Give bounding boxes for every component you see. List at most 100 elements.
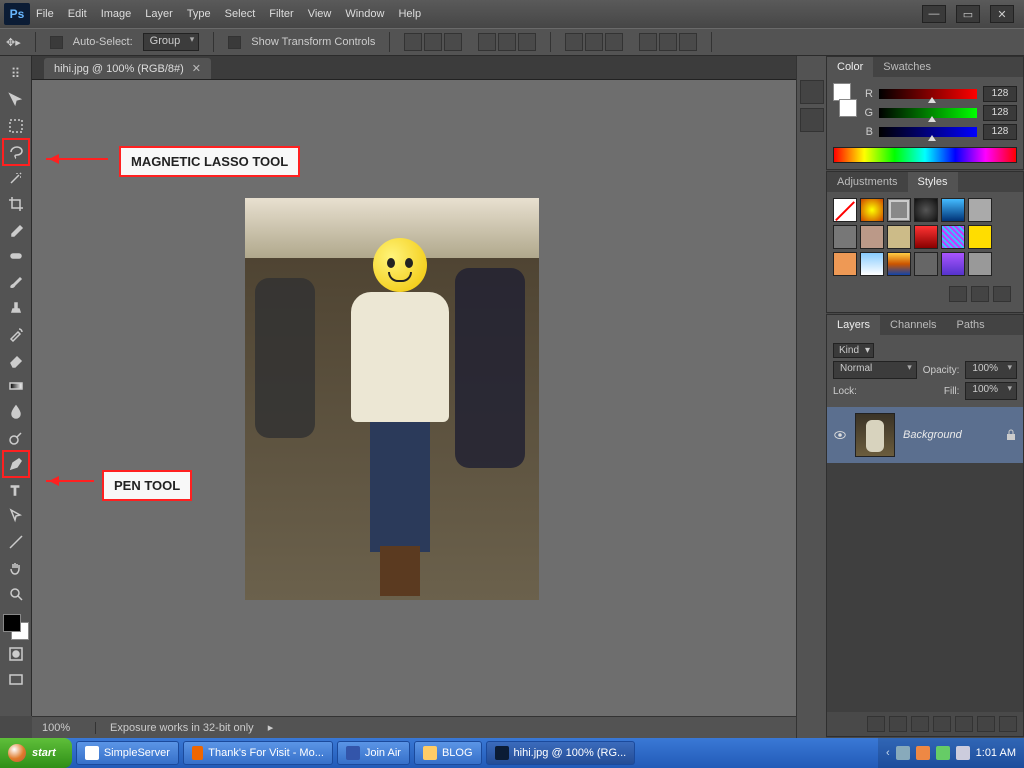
align-right-icon[interactable]	[518, 33, 536, 51]
g-slider[interactable]	[879, 108, 977, 118]
style-swatch[interactable]	[941, 225, 965, 249]
dist-vcenter-icon[interactable]	[585, 33, 603, 51]
properties-panel-icon[interactable]	[800, 108, 824, 132]
menu-type[interactable]: Type	[187, 8, 211, 20]
dist-top-icon[interactable]	[565, 33, 583, 51]
clone-stamp-tool[interactable]	[4, 296, 28, 320]
menu-image[interactable]: Image	[101, 8, 132, 20]
tab-layers[interactable]: Layers	[827, 315, 880, 335]
style-swatch[interactable]	[968, 225, 992, 249]
style-swatch[interactable]	[914, 225, 938, 249]
hand-tool[interactable]	[4, 556, 28, 580]
start-button[interactable]: start	[0, 738, 72, 768]
menu-file[interactable]: File	[36, 8, 54, 20]
pen-tool[interactable]	[4, 452, 28, 476]
magic-wand-tool[interactable]	[4, 166, 28, 190]
blend-mode-select[interactable]: Normal	[833, 361, 917, 379]
dist-bottom-icon[interactable]	[605, 33, 623, 51]
style-swatch[interactable]	[887, 225, 911, 249]
style-swatch[interactable]	[887, 198, 911, 222]
layer-row-background[interactable]: Background	[827, 407, 1023, 463]
align-top-icon[interactable]	[404, 33, 422, 51]
healing-brush-tool[interactable]	[4, 244, 28, 268]
filter-pixel-icon[interactable]	[880, 342, 896, 358]
opacity-value[interactable]: 100%	[965, 361, 1017, 379]
brush-tool[interactable]	[4, 270, 28, 294]
quick-mask-icon[interactable]	[4, 642, 28, 666]
auto-select-scope[interactable]: Group	[143, 33, 200, 51]
style-swatch[interactable]	[833, 252, 857, 276]
status-arrow-icon[interactable]: ▸	[268, 721, 274, 734]
show-transform-checkbox[interactable]	[228, 36, 241, 49]
r-slider[interactable]	[879, 89, 977, 99]
style-swatch[interactable]	[914, 198, 938, 222]
styles-clear-icon[interactable]	[949, 286, 967, 302]
link-layers-icon[interactable]	[867, 716, 885, 732]
spectrum-bar[interactable]	[833, 147, 1017, 163]
delete-layer-icon[interactable]	[999, 716, 1017, 732]
layer-name[interactable]: Background	[903, 429, 962, 441]
style-swatch[interactable]	[914, 252, 938, 276]
align-left-icon[interactable]	[478, 33, 496, 51]
tray-icon[interactable]	[916, 746, 930, 760]
taskbar-clock[interactable]: 1:01 AM	[976, 747, 1016, 759]
style-swatch[interactable]	[833, 225, 857, 249]
new-group-icon[interactable]	[955, 716, 973, 732]
style-swatch[interactable]	[941, 252, 965, 276]
dist-left-icon[interactable]	[639, 33, 657, 51]
tray-expand-icon[interactable]: ‹	[886, 747, 890, 759]
zoom-level[interactable]: 100%	[42, 722, 96, 734]
g-value[interactable]: 128	[983, 105, 1017, 121]
taskbar-item[interactable]: BLOG	[414, 741, 482, 765]
tab-channels[interactable]: Channels	[880, 315, 946, 335]
new-layer-icon[interactable]	[977, 716, 995, 732]
filter-type-icon[interactable]	[924, 342, 940, 358]
layer-fx-icon[interactable]	[889, 716, 907, 732]
marquee-tool[interactable]	[4, 114, 28, 138]
lock-trans-icon[interactable]	[863, 384, 877, 398]
style-swatch[interactable]	[833, 198, 857, 222]
menu-layer[interactable]: Layer	[145, 8, 173, 20]
menu-edit[interactable]: Edit	[68, 8, 87, 20]
menu-view[interactable]: View	[308, 8, 332, 20]
canvas[interactable]: MAGNETIC LASSO TOOL PEN TOOL	[32, 80, 796, 716]
tray-icon[interactable]	[936, 746, 950, 760]
layer-thumbnail[interactable]	[855, 413, 895, 457]
maximize-button[interactable]: ▭	[956, 5, 980, 23]
volume-icon[interactable]	[956, 746, 970, 760]
close-button[interactable]: ✕	[990, 5, 1014, 23]
menu-help[interactable]: Help	[398, 8, 421, 20]
r-value[interactable]: 128	[983, 86, 1017, 102]
taskbar-item[interactable]: Join Air	[337, 741, 410, 765]
style-swatch[interactable]	[860, 252, 884, 276]
style-swatch[interactable]	[860, 225, 884, 249]
align-vcenter-icon[interactable]	[424, 33, 442, 51]
filter-smart-icon[interactable]	[968, 342, 984, 358]
screen-mode-icon[interactable]	[4, 668, 28, 692]
document-tab[interactable]: hihi.jpg @ 100% (RGB/8#) ✕	[44, 58, 211, 79]
type-tool[interactable]: T	[4, 478, 28, 502]
styles-delete-icon[interactable]	[993, 286, 1011, 302]
zoom-tool[interactable]	[4, 582, 28, 606]
history-brush-tool[interactable]	[4, 322, 28, 346]
line-tool[interactable]	[4, 530, 28, 554]
history-panel-icon[interactable]	[800, 80, 824, 104]
align-bottom-icon[interactable]	[444, 33, 462, 51]
tab-grip-icon[interactable]: ⠿	[4, 62, 28, 86]
visibility-eye-icon[interactable]	[833, 428, 847, 442]
fill-value[interactable]: 100%	[965, 382, 1017, 400]
taskbar-item[interactable]: Thank's For Visit - Mo...	[183, 741, 333, 765]
eraser-tool[interactable]	[4, 348, 28, 372]
tab-styles[interactable]: Styles	[908, 172, 958, 192]
gradient-tool[interactable]	[4, 374, 28, 398]
blur-tool[interactable]	[4, 400, 28, 424]
menu-filter[interactable]: Filter	[269, 8, 293, 20]
tab-swatches[interactable]: Swatches	[873, 57, 941, 77]
color-swatches[interactable]	[3, 614, 29, 640]
taskbar-item[interactable]: SimpleServer	[76, 741, 179, 765]
styles-new-icon[interactable]	[971, 286, 989, 302]
new-fill-adj-icon[interactable]	[933, 716, 951, 732]
tab-paths[interactable]: Paths	[947, 315, 995, 335]
layer-mask-icon[interactable]	[911, 716, 929, 732]
move-tool[interactable]	[4, 88, 28, 112]
